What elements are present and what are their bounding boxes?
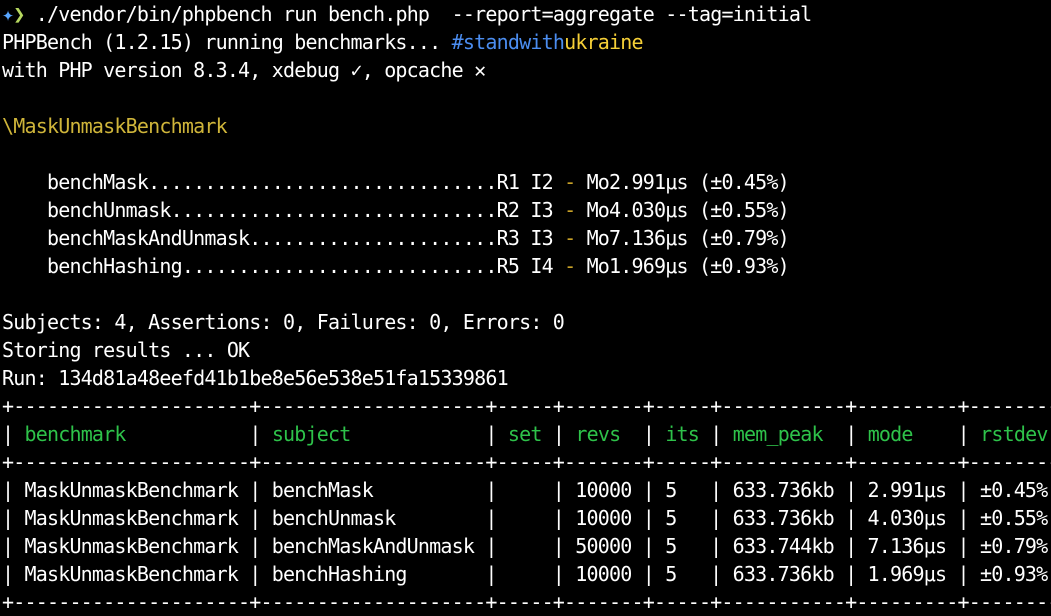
- table-border: +---------------------+-----------------…: [2, 394, 1051, 418]
- column-header-subject: subject: [271, 422, 475, 446]
- subject-rev-iter: R3 I3: [496, 226, 554, 250]
- storing-results: Storing results ... OK: [2, 338, 250, 362]
- table-pipe: |: [1048, 422, 1051, 446]
- subject-line: benchHashing............................…: [2, 252, 1051, 280]
- running-text: PHPBench (1.2.15) running benchmarks...: [2, 30, 452, 54]
- hashtag-part-1: #standwith: [451, 30, 565, 54]
- table-row: | MaskUnmaskBenchmark | benchMaskAndUnma…: [2, 534, 1051, 558]
- table-pipe: |: [833, 422, 868, 446]
- subject-separator: -: [552, 170, 587, 194]
- terminal-output: ✦❯ ./vendor/bin/phpbench run bench.php -…: [2, 0, 1051, 616]
- subject-separator: -: [552, 254, 587, 278]
- column-header-mode: mode: [867, 422, 947, 446]
- subject-dots: benchHashing............................: [2, 254, 497, 278]
- table-pipe: |: [238, 422, 272, 446]
- subject-line: benchUnmask.............................…: [2, 196, 1051, 224]
- table-pipe: |: [474, 422, 508, 446]
- subject-dots: benchMask...............................: [2, 170, 497, 194]
- table-pipe: |: [541, 422, 576, 446]
- subject-rev-iter: R5 I4: [496, 254, 554, 278]
- table-pipe: |: [699, 422, 733, 446]
- subject-result: Mo7.136μs (±0.79%): [586, 226, 790, 250]
- subject-result: Mo2.991μs (±0.45%): [586, 170, 790, 194]
- running-line: PHPBench (1.2.15) running benchmarks... …: [2, 28, 1051, 56]
- table-row: | MaskUnmaskBenchmark | benchMask | | 10…: [2, 478, 1051, 502]
- sparkle-icon: ✦: [2, 2, 14, 26]
- subject-result: Mo4.030μs (±0.55%): [586, 198, 790, 222]
- subject-separator: -: [552, 226, 587, 250]
- column-header-set: set: [507, 422, 543, 446]
- subject-line: benchMask...............................…: [2, 168, 1051, 196]
- subject-separator: -: [552, 198, 587, 222]
- table-pipe: |: [631, 422, 666, 446]
- benchmark-class-title: \MaskUnmaskBenchmark: [2, 114, 228, 138]
- command-line[interactable]: ✦❯ ./vendor/bin/phpbench run bench.php -…: [2, 0, 1051, 28]
- table-border: +---------------------+-----------------…: [2, 450, 1051, 474]
- subject-line: benchMaskAndUnmask......................…: [2, 224, 1051, 252]
- summary-counts: Subjects: 4, Assertions: 0, Failures: 0,…: [2, 310, 565, 334]
- run-id: Run: 134d81a48eefd41b1be8e56e538e51fa153…: [2, 366, 509, 390]
- subject-result: Mo1.969μs (±0.93%): [586, 254, 790, 278]
- subject-rev-iter: R2 I3: [496, 198, 554, 222]
- table-header-row: | benchmark | subject | set | revs | its…: [2, 420, 1051, 448]
- subject-dots: benchUnmask.............................: [2, 198, 497, 222]
- command-text[interactable]: ./vendor/bin/phpbench run bench.php --re…: [25, 2, 812, 26]
- column-header-mem-peak: mem_peak: [732, 422, 834, 446]
- php-version-line: with PHP version 8.3.4, xdebug ✓, opcach…: [2, 58, 486, 82]
- column-header-its: its: [665, 422, 700, 446]
- column-header-rstdev: rstdev: [980, 422, 1048, 446]
- table-pipe: |: [946, 422, 981, 446]
- column-header-benchmark: benchmark: [24, 422, 239, 446]
- subject-dots: benchMaskAndUnmask......................: [2, 226, 497, 250]
- table-pipe: |: [2, 422, 25, 446]
- hashtag-part-2: ukraine: [564, 30, 643, 54]
- table-border: +---------------------+-----------------…: [2, 590, 1051, 614]
- subject-rev-iter: R1 I2: [496, 170, 554, 194]
- table-row: | MaskUnmaskBenchmark | benchHashing | |…: [2, 562, 1051, 586]
- prompt-chevron-icon: ❯: [13, 2, 25, 26]
- table-row: | MaskUnmaskBenchmark | benchUnmask | | …: [2, 506, 1051, 530]
- column-header-revs: revs: [575, 422, 632, 446]
